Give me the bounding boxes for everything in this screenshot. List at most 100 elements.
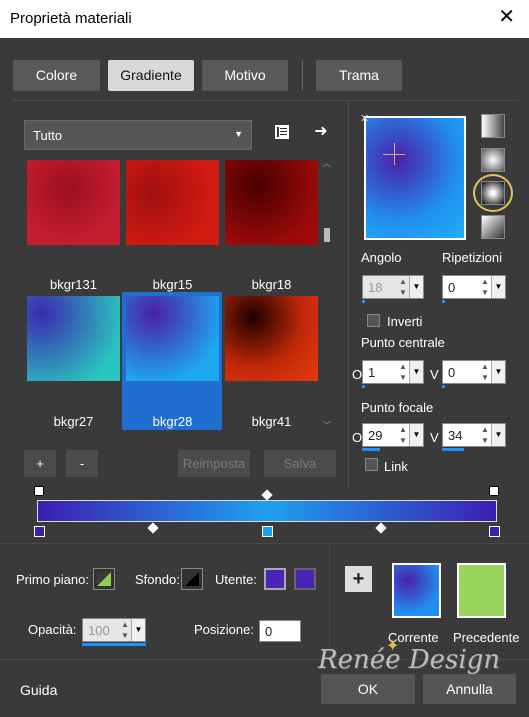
- repeats-slider[interactable]: [442, 300, 445, 303]
- focal-v-spinner[interactable]: 34 ▲ ▼ ▼: [442, 423, 506, 447]
- angle-label: Angolo: [361, 250, 402, 265]
- focal-h-slider[interactable]: [362, 448, 380, 451]
- spin-arrows-icon[interactable]: ▲ ▼: [397, 424, 409, 446]
- tab-separator: [302, 60, 303, 91]
- divider: [0, 543, 529, 544]
- color-midpoint[interactable]: [147, 522, 159, 534]
- repeats-label: Ripetizioni: [442, 250, 502, 265]
- gradient-swatch-bkgr41[interactable]: [225, 296, 318, 381]
- gradient-preview[interactable]: [364, 116, 466, 240]
- gradient-swatch-bkgr27[interactable]: [27, 296, 120, 381]
- gradient-swatch-bkgr15[interactable]: [126, 160, 219, 245]
- rectangular-type-icon[interactable]: [481, 148, 505, 172]
- cancel-button[interactable]: Annulla: [423, 674, 516, 704]
- focal-v-label: V: [430, 430, 439, 445]
- previous-swatch[interactable]: [457, 563, 506, 618]
- center-h-spinner[interactable]: 1 ▲ ▼ ▼: [362, 360, 424, 384]
- position-label: Posizione:: [194, 622, 254, 637]
- spin-arrows-icon[interactable]: ▲ ▼: [397, 361, 409, 383]
- focal-crosshair[interactable]: [394, 143, 395, 165]
- chevron-down-icon[interactable]: ▼: [409, 361, 423, 383]
- angle-spinner[interactable]: 18 ▲ ▼ ▼: [362, 275, 424, 299]
- chevron-down-icon[interactable]: ▼: [491, 424, 505, 446]
- arrow-right-icon[interactable]: ➜: [311, 122, 331, 142]
- tab-gradiente[interactable]: Gradiente: [108, 60, 194, 91]
- position-input[interactable]: 0: [259, 620, 301, 642]
- remove-gradient-button[interactable]: -: [66, 450, 98, 477]
- invert-checkbox[interactable]: [367, 314, 380, 327]
- user-color-swatch[interactable]: [264, 568, 286, 590]
- tab-trama[interactable]: Trama: [316, 60, 402, 91]
- tab-colore[interactable]: Colore: [13, 60, 100, 91]
- invert-label: Inverti: [387, 314, 423, 329]
- gradient-swatch-bkgr28[interactable]: [126, 296, 219, 381]
- link-label: Link: [384, 459, 408, 474]
- center-marker-icon[interactable]: ✕: [360, 112, 369, 125]
- center-h-label: O: [352, 367, 363, 382]
- gradient-editor-bar[interactable]: [37, 500, 497, 522]
- book-icon[interactable]: [272, 124, 292, 144]
- center-v-spinner[interactable]: 0 ▲ ▼ ▼: [442, 360, 506, 384]
- window-title: Proprietà materiali: [10, 10, 132, 27]
- repeats-spinner[interactable]: 0 ▲ ▼ ▼: [442, 275, 506, 299]
- save-button[interactable]: Salva: [264, 450, 336, 477]
- center-point-label: Punto centrale: [361, 335, 445, 350]
- highlight-ring: [473, 174, 513, 212]
- focal-h-spinner[interactable]: 29 ▲ ▼ ▼: [362, 423, 424, 447]
- previous-label: Precedente: [453, 630, 520, 645]
- color-stop-left[interactable]: [34, 526, 45, 537]
- gradient-swatch-bkgr18[interactable]: [225, 160, 318, 245]
- link-checkbox[interactable]: [365, 458, 378, 471]
- gradient-swatch-bkgr131[interactable]: [27, 160, 120, 245]
- chevron-down-icon[interactable]: ▼: [409, 424, 423, 446]
- tab-motivo[interactable]: Motivo: [202, 60, 288, 91]
- reset-button[interactable]: Reimposta: [178, 450, 250, 477]
- color-midpoint[interactable]: [375, 522, 387, 534]
- add-color-button[interactable]: +: [345, 566, 372, 592]
- center-v-slider[interactable]: [442, 385, 445, 388]
- spin-arrows-icon[interactable]: ▲ ▼: [479, 361, 491, 383]
- spin-arrows-icon[interactable]: ▲ ▼: [479, 424, 491, 446]
- focal-h-label: O: [352, 430, 363, 445]
- focal-v-slider[interactable]: [442, 448, 464, 451]
- radial-type-icon[interactable]: [481, 215, 505, 239]
- linear-type-icon[interactable]: [481, 114, 505, 138]
- foreground-swatch[interactable]: [93, 568, 115, 590]
- scroll-down-icon[interactable]: ﹀: [323, 420, 331, 431]
- divider: [12, 100, 518, 101]
- opacity-stop-right[interactable]: [489, 486, 499, 496]
- chevron-down-icon[interactable]: ▼: [491, 276, 505, 298]
- angle-slider[interactable]: [362, 300, 365, 303]
- scroll-up-icon[interactable]: ︿: [323, 158, 331, 169]
- spin-arrows-icon[interactable]: ▲ ▼: [119, 619, 131, 641]
- opacity-midpoint[interactable]: [261, 489, 273, 501]
- divider: [348, 100, 349, 488]
- chevron-down-icon[interactable]: ▼: [131, 619, 145, 641]
- swatch-label: bkgr18: [251, 277, 292, 292]
- opacity-spinner[interactable]: 100 ▲ ▼ ▼: [82, 618, 146, 642]
- swatch-label: bkgr28: [152, 414, 193, 429]
- close-icon[interactable]: ✕: [498, 7, 515, 27]
- ok-button[interactable]: OK: [321, 674, 415, 704]
- swatch-label: bkgr15: [152, 277, 193, 292]
- spin-arrows-icon[interactable]: ▲ ▼: [479, 276, 491, 298]
- focal-point-label: Punto focale: [361, 400, 434, 415]
- butterfly-icon: ✦: [386, 638, 400, 655]
- watermark: Renée Design: [318, 645, 501, 675]
- user-color-swatch-alt[interactable]: [294, 568, 316, 590]
- add-gradient-button[interactable]: +: [24, 450, 56, 477]
- help-link[interactable]: Guida: [20, 682, 57, 698]
- scroll-thumb[interactable]: [324, 228, 330, 242]
- center-h-slider[interactable]: [362, 385, 365, 388]
- chevron-down-icon[interactable]: ▼: [409, 276, 423, 298]
- spin-arrows-icon[interactable]: ▲ ▼: [397, 276, 409, 298]
- color-stop-middle[interactable]: [262, 526, 273, 537]
- opacity-slider[interactable]: [82, 643, 146, 646]
- opacity-stop-left[interactable]: [34, 486, 44, 496]
- category-dropdown[interactable]: Tutto ▼: [24, 120, 252, 150]
- chevron-down-icon[interactable]: ▼: [491, 361, 505, 383]
- color-stop-right[interactable]: [489, 526, 500, 537]
- chevron-down-icon: ▼: [234, 129, 243, 139]
- gallery-scrollbar[interactable]: ︿ ﹀: [320, 158, 334, 434]
- background-swatch[interactable]: [181, 568, 203, 590]
